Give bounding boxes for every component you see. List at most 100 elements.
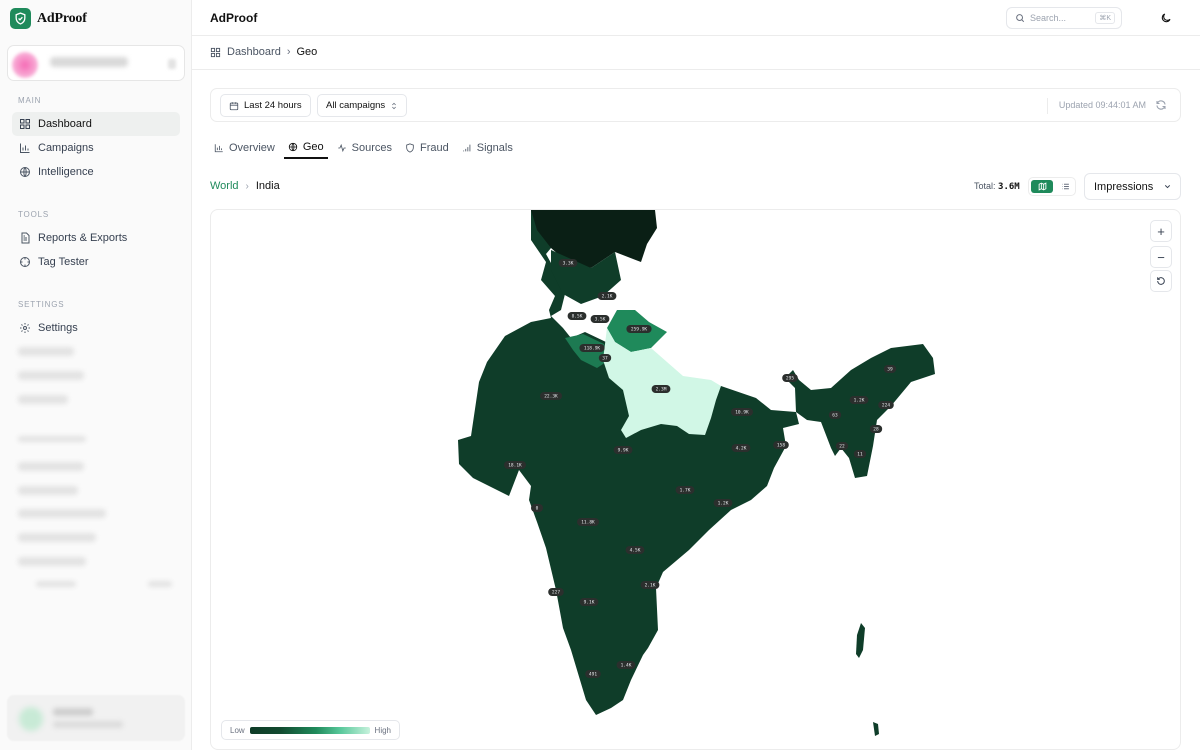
region-value-pill: 227 [548,588,564,596]
region-value-pill: 1.4K [616,661,636,669]
top-header: AdProof Search... ⌘K [192,0,1200,36]
tab-signals[interactable]: Signals [458,136,517,159]
tab-geo[interactable]: Geo [283,136,328,159]
redacted-nav-item [18,509,106,518]
list-view-button[interactable] [1056,180,1075,193]
brand-name: AdProof [37,10,87,26]
calendar-icon [229,101,239,110]
tab-sources[interactable]: Sources [333,136,396,159]
time-range-button[interactable]: Last 24 hours [220,94,311,117]
sidebar-item-reports[interactable]: Reports & Exports [12,226,180,250]
signal-icon [463,144,471,151]
region-value-label: 3.3K [563,261,574,267]
updated-timestamp: Updated 09:44:01 AM [1058,100,1146,110]
page-title: AdProof [210,11,258,25]
region-value-pill: 37 [598,354,612,362]
legend-low-label: Low [230,725,245,735]
map-view-button[interactable] [1031,180,1053,193]
reset-view-button[interactable] [1150,270,1172,292]
user-card[interactable] [7,695,185,741]
brand[interactable]: AdProof [10,8,87,29]
globe-icon [20,167,30,177]
region-value-pill: 491 [585,670,601,678]
activity-icon [337,143,346,152]
region-value-pill: 10.9K [731,408,753,416]
geo-crumb-world[interactable]: World [210,180,239,192]
time-range-label: Last 24 hours [244,100,302,111]
sidebar-item-intelligence[interactable]: Intelligence [12,160,180,184]
chevron-down-icon [1165,185,1171,189]
section-label-settings: SETTINGS [18,300,65,309]
theme-toggle-button[interactable] [1158,10,1174,26]
grid-icon [20,119,30,129]
region-value-pill: 9.1K [579,598,599,606]
search-icon [1016,14,1025,23]
region-value-label: 2.1K [602,294,613,300]
region-value-pill: 11.8K [577,518,599,526]
map-region-andaman[interactable] [856,623,865,658]
region-value-pill: 63 [828,411,842,419]
region-value-label: 22 [839,444,845,450]
redacted-section-label [18,436,86,442]
tab-label: Sources [351,141,392,154]
tab-overview[interactable]: Overview [210,136,279,159]
tab-label: Signals [476,141,513,154]
gear-icon [20,323,30,333]
document-icon [21,232,30,244]
redacted-footer-item [36,581,76,587]
region-value-label: 8.5K [572,314,583,320]
geo-breadcrumb: World › India [210,180,280,192]
grid-icon [210,47,221,57]
search-placeholder: Search... [1030,13,1067,23]
tab-fraud[interactable]: Fraud [401,136,453,159]
map-region-nicobar[interactable] [873,722,879,736]
region-value-pill: 3.3K [558,259,578,267]
sidebar-item-campaigns[interactable]: Campaigns [12,136,180,160]
breadcrumb-current: Geo [296,46,318,58]
user-name-redacted [53,708,93,716]
sidebar-item-settings[interactable]: Settings [12,316,180,340]
region-value-label: 4.2K [736,446,747,452]
region-value-pill: 11 [853,450,867,458]
breadcrumb-link-dashboard[interactable]: Dashboard [227,46,281,58]
metric-select-value: Impressions [1094,180,1154,193]
region-value-label: 63 [832,413,838,419]
redacted-nav-item [18,371,84,380]
sidebar-item-dashboard[interactable]: Dashboard [12,112,180,136]
region-value-label: 9.1K [584,600,595,606]
map-region-north[interactable] [531,210,657,268]
chevron-right-icon: › [245,180,249,192]
list-icon [1062,183,1069,190]
zoom-in-button[interactable]: + [1150,220,1172,242]
total-value: 3.6M [998,182,1020,192]
region-value-pill: 28 [869,425,883,433]
region-value-pill: 1.2K [849,396,869,404]
region-value-label: 9.9K [618,448,629,454]
region-value-label: 11 [857,452,863,458]
region-value-pill: 4.2K [731,444,751,452]
moon-icon [1161,13,1171,23]
region-value-pill: 295 [782,374,798,382]
region-value-pill: 2.3M [651,385,671,393]
bar-chart-icon [20,143,30,153]
search-input[interactable]: Search... ⌘K [1006,7,1122,29]
map-legend: Low High [221,720,400,740]
region-value-label: 0 [536,506,539,512]
refresh-icon[interactable] [1155,99,1167,111]
account-switcher[interactable] [7,45,185,81]
region-value-pill: 39 [883,365,897,373]
region-value-pill: 9.9K [613,446,633,454]
campaign-select[interactable]: All campaigns [317,94,408,117]
region-value-label: 118.9K [584,346,601,352]
sidebar-item-tag-tester[interactable]: Tag Tester [12,250,180,274]
sidebar-item-label: Dashboard [38,118,92,130]
chevron-updown-icon [168,59,176,69]
breadcrumb-bar: Dashboard › Geo [192,36,1200,70]
region-value-label: 2.3M [656,387,667,393]
zoom-out-button[interactable]: − [1150,246,1172,268]
region-value-pill: 3.5K [590,315,610,323]
region-value-label: 39 [887,367,893,373]
redacted-nav-item [18,462,84,471]
region-value-label: 4.5K [630,548,641,554]
metric-select[interactable]: Impressions [1084,173,1181,200]
